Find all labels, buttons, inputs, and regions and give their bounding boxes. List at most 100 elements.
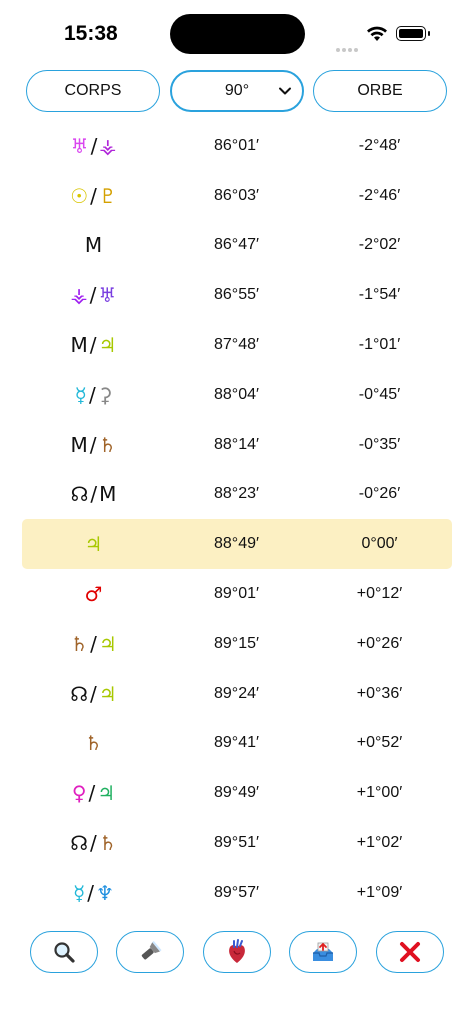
orbe-header-button[interactable]: ORBE bbox=[313, 70, 447, 112]
angle-value: 90° bbox=[224, 82, 250, 99]
separator: / bbox=[90, 183, 97, 208]
column-header-bar: CORPS 90° ORBE bbox=[0, 70, 473, 114]
inbox-tray-icon bbox=[313, 942, 333, 961]
bottom-toolbar bbox=[0, 931, 473, 975]
position-value: 89°41′ bbox=[214, 734, 259, 752]
table-row-selected[interactable]: ♃ 88°49′ 0°00′ bbox=[0, 519, 473, 569]
astro-symbol-icon: ♀ bbox=[71, 781, 87, 806]
astro-symbol-icon: ☊ bbox=[70, 482, 89, 507]
flashlight-icon bbox=[141, 940, 162, 960]
table-row[interactable]: ☉ / ♇ 86°03′ -2°46′ bbox=[0, 171, 473, 221]
inbox-button[interactable] bbox=[289, 931, 357, 973]
position-value: 88°23′ bbox=[214, 485, 259, 503]
position-value: 89°24′ bbox=[214, 684, 259, 702]
separator: / bbox=[90, 831, 97, 856]
astro-symbol-icon: ☿ bbox=[74, 382, 87, 407]
table-row[interactable]: M 86°47′ -2°02′ bbox=[0, 221, 473, 271]
table-row[interactable]: M / ♄ 88°14′ -0°35′ bbox=[0, 420, 473, 470]
corps-label: CORPS bbox=[64, 82, 122, 99]
astro-symbol-icon: ♃ bbox=[84, 532, 103, 557]
body-symbols: ☊ / M bbox=[22, 470, 165, 520]
chevron-down-icon bbox=[278, 84, 292, 103]
astro-symbol-icon: ♆ bbox=[96, 880, 114, 905]
separator: / bbox=[90, 631, 97, 656]
separator: / bbox=[89, 333, 97, 358]
astro-symbol-icon: ⚶ bbox=[70, 283, 88, 308]
table-row[interactable]: ☿ / ⚳ 88°04′ -0°45′ bbox=[0, 370, 473, 420]
search-button[interactable] bbox=[30, 931, 98, 973]
body-symbols: M / ♄ bbox=[22, 420, 165, 470]
body-symbols: ☊ / ♄ bbox=[22, 818, 165, 868]
orbe-value: -2°02′ bbox=[358, 236, 401, 254]
body-symbols: ☿ / ⚳ bbox=[22, 370, 165, 420]
astro-symbol-icon: ☉ bbox=[70, 183, 89, 208]
orbe-label: ORBE bbox=[357, 82, 403, 99]
orbe-value: +0°26′ bbox=[356, 634, 403, 652]
orbe-value: -0°45′ bbox=[358, 385, 401, 403]
position-value: 87°48′ bbox=[214, 336, 259, 354]
position-value: 86°55′ bbox=[214, 286, 259, 304]
angle-select[interactable]: 90° bbox=[170, 70, 304, 112]
position-value: 86°47′ bbox=[214, 236, 259, 254]
table-row[interactable]: ⚶ / ♅ 86°55′ -1°54′ bbox=[0, 270, 473, 320]
table-row[interactable]: ♂ 89°01′ +0°12′ bbox=[0, 569, 473, 619]
table-row[interactable]: ☊ / M 88°23′ -0°26′ bbox=[0, 470, 473, 520]
anatomical-heart-icon bbox=[229, 939, 245, 963]
orbe-value: +0°36′ bbox=[356, 684, 403, 702]
body-symbols: ⚶ / ♅ bbox=[22, 270, 165, 320]
body-symbols: ☊ / ♃ bbox=[22, 669, 165, 719]
table-row[interactable]: ☊ / ♄ 89°51′ +1°02′ bbox=[0, 818, 473, 868]
table-row[interactable]: ♄ / ♃ 89°15′ +0°26′ bbox=[0, 619, 473, 669]
body-symbols: ♄ bbox=[22, 719, 165, 769]
astro-symbol-icon: M bbox=[99, 482, 117, 507]
position-value: 88°04′ bbox=[214, 385, 259, 403]
position-value: 89°49′ bbox=[214, 784, 259, 802]
astro-symbol-icon: ♅ bbox=[98, 283, 117, 308]
position-value: 89°01′ bbox=[214, 585, 259, 603]
astro-symbol-icon: ♃ bbox=[97, 781, 116, 806]
orbe-value: +1°00′ bbox=[356, 784, 403, 802]
corps-header-button[interactable]: CORPS bbox=[26, 70, 160, 112]
body-symbols: M bbox=[22, 221, 165, 271]
separator: / bbox=[89, 283, 97, 308]
table-row[interactable]: ☿ / ♆ 89°57′ +1°09′ bbox=[0, 868, 473, 918]
separator: / bbox=[88, 781, 96, 806]
position-value: 86°01′ bbox=[214, 136, 259, 154]
table-row[interactable]: M / ♃ 87°48′ -1°01′ bbox=[0, 320, 473, 370]
flashlight-button[interactable] bbox=[116, 931, 184, 973]
separator: / bbox=[90, 482, 98, 507]
table-row[interactable]: ♅ / ⚶ 86°01′ -2°48′ bbox=[0, 121, 473, 171]
body-symbols: ♀ / ♃ bbox=[22, 768, 165, 818]
astro-symbol-icon: ⚳ bbox=[97, 382, 113, 407]
separator: / bbox=[87, 880, 95, 905]
wifi-icon bbox=[366, 26, 388, 46]
astro-symbol-icon: M bbox=[70, 432, 88, 457]
table-row[interactable]: ☊ / ♃ 89°24′ +0°36′ bbox=[0, 669, 473, 719]
cellular-signal-icon bbox=[336, 37, 360, 56]
table-row[interactable]: ♄ 89°41′ +0°52′ bbox=[0, 719, 473, 769]
orbe-value: -1°54′ bbox=[358, 286, 401, 304]
close-button[interactable] bbox=[376, 931, 444, 973]
orbe-value: -0°26′ bbox=[358, 485, 401, 503]
position-value: 89°57′ bbox=[214, 883, 259, 901]
astro-symbol-icon: ♄ bbox=[70, 631, 89, 656]
astro-symbol-icon: M bbox=[84, 233, 103, 258]
status-bar: 15:38 bbox=[0, 0, 473, 70]
orbe-value: -0°35′ bbox=[358, 435, 401, 453]
position-value: 86°03′ bbox=[214, 186, 259, 204]
position-value: 89°15′ bbox=[214, 634, 259, 652]
orbe-value: +1°02′ bbox=[356, 834, 403, 852]
separator: / bbox=[88, 382, 96, 407]
astro-symbol-icon: ⚶ bbox=[99, 133, 117, 158]
position-value: 88°49′ bbox=[214, 535, 259, 553]
astro-symbol-icon: ☊ bbox=[70, 681, 89, 706]
orbe-value: -2°46′ bbox=[358, 186, 401, 204]
table-row[interactable]: ♀ / ♃ 89°49′ +1°00′ bbox=[0, 768, 473, 818]
body-symbols: ☉ / ♇ bbox=[22, 171, 165, 221]
body-symbols: ♂ bbox=[22, 569, 165, 619]
orbe-value: 0°00′ bbox=[361, 535, 398, 553]
separator: / bbox=[89, 432, 97, 457]
position-value: 88°14′ bbox=[214, 435, 259, 453]
heart-button[interactable] bbox=[203, 931, 271, 973]
astro-symbol-icon: ☿ bbox=[73, 880, 86, 905]
